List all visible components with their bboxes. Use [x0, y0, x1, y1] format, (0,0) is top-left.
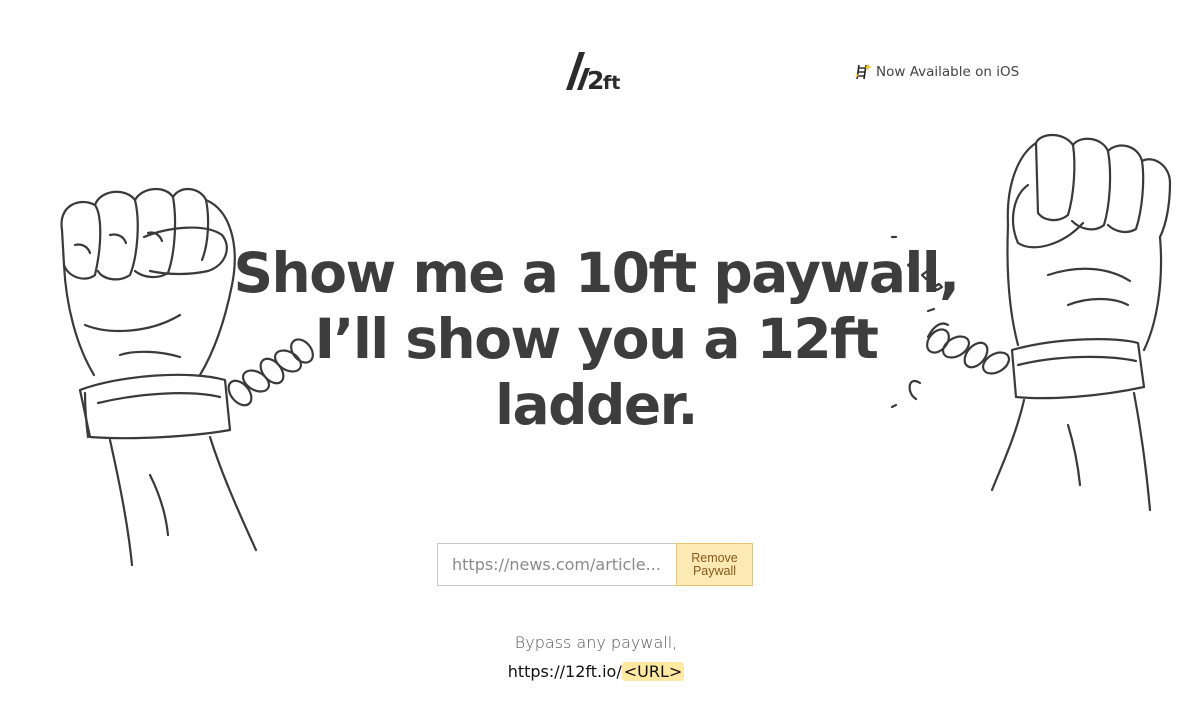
logo-icon[interactable]: 2 ft [565, 50, 627, 92]
url-input[interactable] [437, 543, 676, 586]
hero-headline: Show me a 10ft paywall, I’ll show you a … [233, 241, 960, 437]
ios-app-link[interactable]: Now Available on iOS [854, 63, 1019, 81]
remove-paywall-button[interactable]: Remove Paywall [676, 543, 753, 586]
paywall-form: Remove Paywall [437, 543, 753, 586]
ladder-sparkle-icon [854, 63, 872, 80]
svg-text:2: 2 [587, 66, 603, 92]
svg-text:ft: ft [603, 72, 620, 92]
usage-url: https://12ft.io/<URL> [0, 662, 1192, 681]
url-prefix: https://12ft.io/ [507, 662, 622, 681]
url-placeholder-token: <URL> [621, 662, 685, 681]
tagline: Bypass any paywall, [514, 633, 678, 652]
ios-link-label: Now Available on iOS [876, 64, 1020, 80]
